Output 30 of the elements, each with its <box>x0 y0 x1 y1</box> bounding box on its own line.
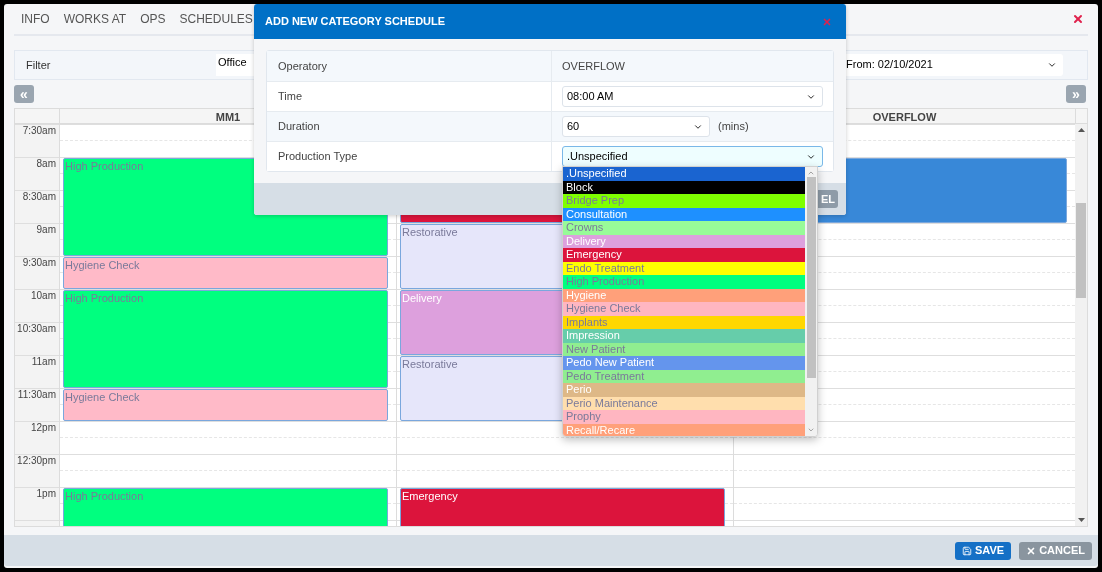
appointment-label: High Production <box>65 292 144 304</box>
appointment-label: Restorative <box>402 226 458 238</box>
column-header: OVERFLOW <box>872 110 937 123</box>
time-label: 9:30am <box>22 257 56 270</box>
unit-label: (mins) <box>718 119 749 135</box>
time-label: 9am <box>36 224 56 237</box>
field-value: OVERFLOW <box>562 58 625 74</box>
appointment-label: High Production <box>65 490 144 502</box>
time-label: 10:30am <box>17 323 56 336</box>
time-label: 8am <box>36 158 56 171</box>
time-label: 11:30am <box>17 389 56 402</box>
appointment-label: Hygiene Check <box>65 391 140 403</box>
time-label: 1pm <box>36 488 56 501</box>
appointment-label: Hygiene Check <box>65 259 140 271</box>
column-header: MM1 <box>215 110 241 123</box>
time-label: 11am <box>31 356 56 369</box>
time-label: 10am <box>31 290 56 303</box>
time-label: 8:30am <box>22 191 56 204</box>
field-label: Operatory <box>278 58 327 74</box>
field-label: Time <box>278 89 303 105</box>
dialog-title: ADD NEW CATEGORY SCHEDULE <box>265 14 447 30</box>
appointment-label: Emergency <box>402 490 458 502</box>
time-label: 7:30am <box>22 125 56 138</box>
filter-label: Filter <box>26 57 52 73</box>
time-label: 12pm <box>31 422 56 435</box>
time-label: 12:30pm <box>17 455 56 468</box>
appointment-label: Delivery <box>402 292 442 304</box>
appointment-label: Restorative <box>402 358 458 370</box>
appointment-label: High Production <box>65 160 144 172</box>
field-label: Duration <box>278 119 320 135</box>
